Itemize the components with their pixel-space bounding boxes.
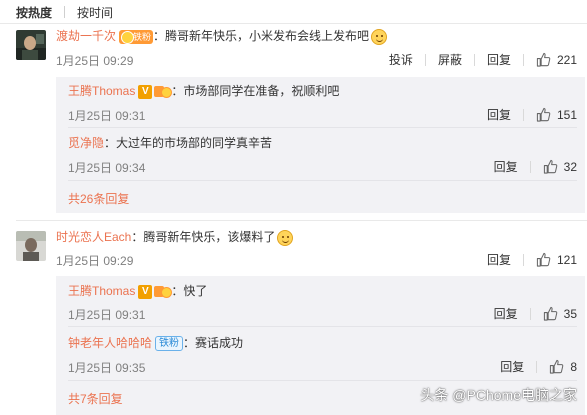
like-button[interactable]: 121 (524, 252, 577, 267)
fan-club-icon (154, 85, 173, 99)
divider (68, 180, 577, 181)
divider (68, 127, 577, 128)
reply-button[interactable]: 回复 (475, 251, 523, 268)
doge-emoji-icon (277, 229, 294, 246)
like-button[interactable]: 35 (531, 306, 577, 321)
like-button[interactable]: 8 (537, 359, 577, 374)
thumbs-up-icon (536, 52, 551, 67)
comment-content: ：腾哥新年快乐，小米发布会线上发布吧 (153, 29, 370, 43)
reply-button[interactable]: 回复 (475, 106, 523, 123)
divider (64, 6, 66, 18)
like-count: 35 (563, 306, 577, 321)
divider (68, 380, 577, 381)
comment-text: 渡劫一千次 铁粉 ：腾哥新年快乐，小米发布会线上发布吧 (56, 28, 577, 45)
divider (16, 220, 587, 221)
reply-content: ：快了 (171, 284, 208, 298)
divider (0, 23, 587, 24)
report-button[interactable]: 投诉 (377, 51, 425, 68)
reply-button[interactable]: 回复 (488, 358, 536, 375)
reply-button[interactable]: 回复 (475, 51, 523, 68)
comment-time: 1月25日 09:29 (56, 254, 134, 268)
avatar[interactable] (16, 231, 46, 261)
thumbs-up-icon (536, 107, 551, 122)
reply-content: ：大过年的市场部的同学真辛苦 (104, 136, 273, 150)
more-replies-link[interactable]: 共7条回复 (68, 390, 123, 407)
tiefen-badge: 铁粉 (155, 336, 184, 352)
like-count: 32 (563, 159, 577, 174)
reply-username[interactable]: 觅净隐 (68, 136, 104, 150)
comment-text: 时光恋人Each：腾哥新年快乐，该爆料了 (56, 229, 577, 246)
reply-time: 1月25日 09:35 (68, 361, 146, 375)
comment-username[interactable]: 渡劫一千次 (56, 29, 116, 43)
reply-content: ：赛话成功 (183, 336, 244, 350)
reply-actions: 回复 35 (482, 305, 577, 322)
thumbs-up-icon (536, 252, 551, 267)
comment-content: ：腾哥新年快乐，该爆料了 (131, 230, 276, 244)
reply-username[interactable]: 王腾Thomas (68, 84, 135, 98)
fan-badge: 铁粉 (119, 29, 154, 44)
reply-time: 1月25日 09:31 (68, 308, 146, 322)
reply-username[interactable]: 钟老年人哈哈哈 (68, 336, 152, 350)
reply-actions: 回复 151 (475, 106, 577, 123)
verified-v-icon: V (138, 84, 153, 99)
reply-button[interactable]: 回复 (482, 305, 530, 322)
verified-v-icon: V (138, 284, 153, 299)
like-count: 121 (556, 252, 577, 267)
divider (68, 326, 577, 327)
comment-username[interactable]: 时光恋人Each (56, 230, 131, 244)
like-count: 151 (556, 107, 577, 122)
watermark: 头条 @PChome电脑之家 (420, 387, 577, 403)
doge-emoji-icon (371, 28, 388, 45)
comment-time: 1月25日 09:29 (56, 54, 134, 68)
like-count: 8 (570, 359, 577, 374)
thumbs-up-icon (543, 306, 557, 321)
sort-by-hot-tab[interactable]: 按热度 (16, 4, 52, 21)
reply-list: 王腾Thomas V ：市场部同学在准备，祝顺利吧 1月25日 09:31 回复 1… (56, 77, 585, 213)
thumbs-up-icon (550, 359, 564, 374)
comment-actions: 回复 121 (475, 251, 577, 268)
reply-time: 1月25日 09:34 (68, 161, 146, 175)
reply-time: 1月25日 09:31 (68, 109, 146, 123)
sort-by-time-tab[interactable]: 按时间 (77, 4, 113, 21)
like-button[interactable]: 32 (531, 159, 577, 174)
comment-actions: 投诉 屏蔽 回复 221 (377, 51, 577, 68)
sort-bar: 按热度 按时间 (0, 0, 587, 24)
reply-username[interactable]: 王腾Thomas (68, 284, 135, 298)
fan-club-icon (154, 285, 173, 299)
thumbs-up-icon (543, 159, 557, 174)
reply-content: ：市场部同学在准备，祝顺利吧 (171, 84, 340, 98)
avatar[interactable] (16, 30, 46, 60)
like-count: 221 (556, 52, 577, 67)
block-button[interactable]: 屏蔽 (426, 51, 474, 68)
like-button[interactable]: 151 (524, 107, 577, 122)
more-replies-link[interactable]: 共26条回复 (68, 190, 129, 207)
reply-button[interactable]: 回复 (482, 158, 530, 175)
reply-actions: 回复 32 (482, 158, 577, 175)
like-button[interactable]: 221 (524, 52, 577, 67)
reply-actions: 回复 8 (488, 358, 577, 375)
